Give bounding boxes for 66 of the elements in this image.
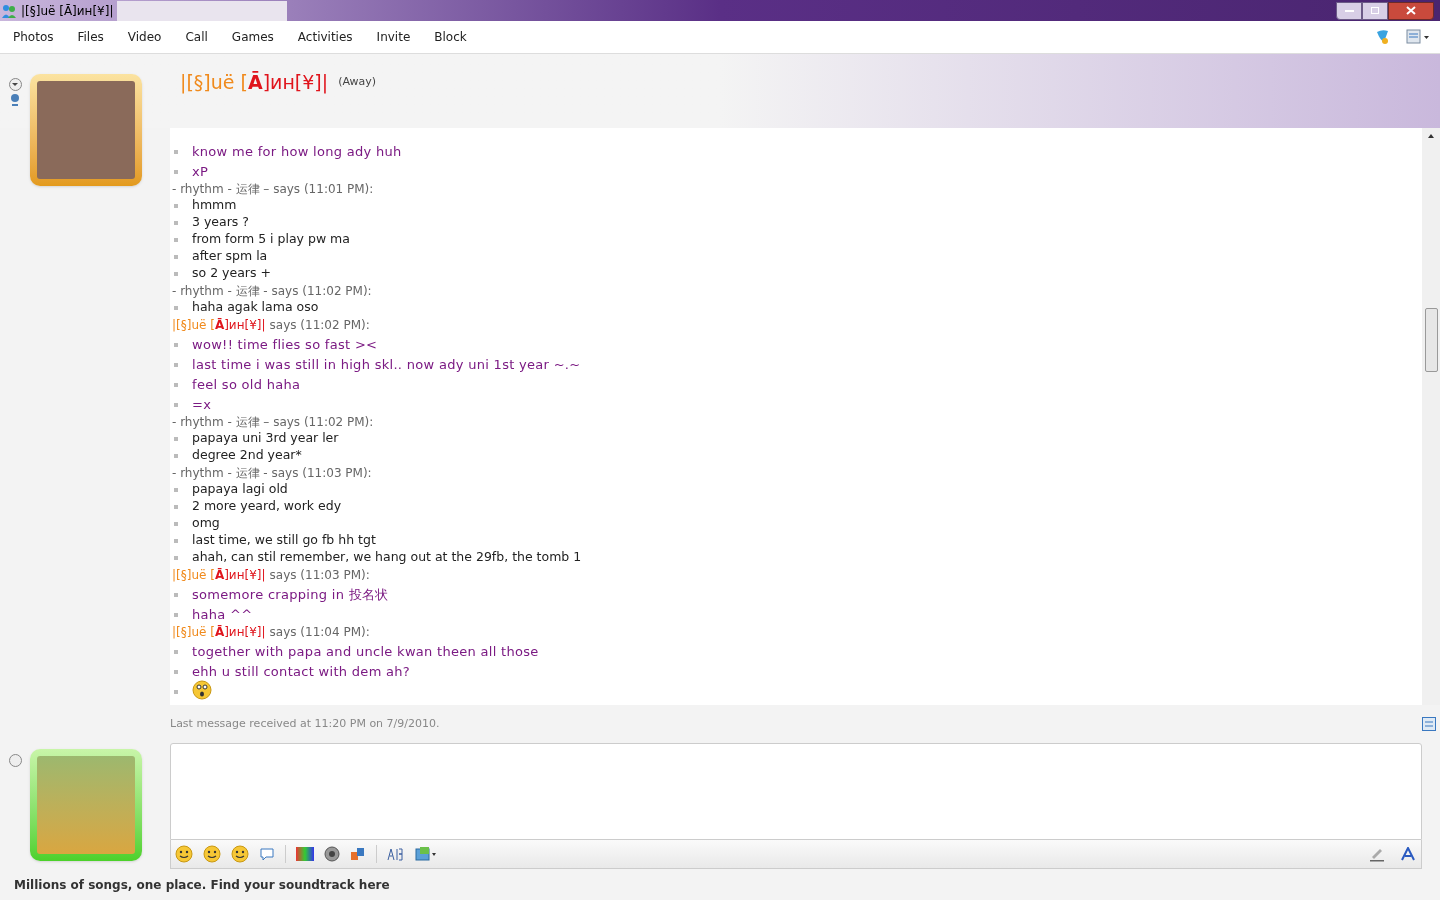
smiley-icon <box>175 845 193 863</box>
message-text: =x <box>192 395 212 414</box>
menu-item[interactable]: Files <box>77 28 104 46</box>
menu-item[interactable]: Activities <box>297 28 353 46</box>
message-text: know me for how long ady huh <box>192 142 402 161</box>
message-text: degree 2nd year* <box>192 446 302 465</box>
message-text: from form 5 i play pw ma <box>192 230 350 249</box>
close-icon <box>1406 6 1416 15</box>
contact-name: |[§]uë [Ā]ин[¥]| <box>172 623 266 641</box>
menu-item[interactable]: Video <box>127 28 162 46</box>
people-icon <box>1 2 17 19</box>
webcam-icon[interactable] <box>9 93 21 107</box>
message-header: - rhythm - 运律 - says (11:03 PM): <box>172 464 372 482</box>
message-header: - rhythm - 运律 – says (11:02 PM): <box>172 413 374 431</box>
message-text: last time i was still in high skl.. now ady uni 1st year ~.~ <box>192 355 581 374</box>
last-message-status: Last message received at 11:20 PM on 7/9/2010. <box>170 715 440 732</box>
close-button[interactable] <box>1388 1 1434 20</box>
ad-text[interactable]: Millions of songs, one place. Find your soundtrack here <box>14 875 390 894</box>
speech-bubble-icon[interactable] <box>259 846 275 862</box>
message-header: - rhythm - 运律 – says (11:01 PM): <box>172 180 374 198</box>
message-text: 3 years ? <box>192 213 249 232</box>
message-header: says (11:04 PM): <box>269 623 370 641</box>
chat-window-icon[interactable] <box>1406 29 1430 45</box>
message-text: haha ^^ <box>192 605 253 624</box>
scroll-thumb[interactable] <box>1424 308 1438 372</box>
expand-icon[interactable] <box>1422 717 1436 731</box>
message-text: wow!! time flies so fast >< <box>192 335 378 354</box>
message-text: 2 more yeard, work edy <box>192 497 342 516</box>
message-text: papaya uni 3rd year ler <box>192 429 339 448</box>
menu-item[interactable]: Invite <box>376 28 411 46</box>
message-text: feel so old haha <box>192 375 301 394</box>
pen-icon[interactable] <box>1369 846 1385 862</box>
message-text: papaya lagi old <box>192 480 288 499</box>
message-text: omg <box>192 514 220 533</box>
picture-icon[interactable] <box>415 846 437 862</box>
message-text: hmmm <box>192 196 237 215</box>
message-header: says (11:03 PM): <box>269 566 370 584</box>
message-text: haha agak lama oso <box>192 298 319 317</box>
contact-name: |[§]uë [Ā]ин[¥]| <box>172 566 266 584</box>
message-text: last time, we still go fb hh tgt <box>192 531 376 550</box>
color-grid-icon[interactable] <box>296 847 314 861</box>
message-text: so 2 years + <box>192 264 271 283</box>
message-text: xP <box>192 162 209 181</box>
font-icon[interactable] <box>1401 847 1415 861</box>
message-header: - rhythm - 运律 - says (11:02 PM): <box>172 282 372 300</box>
message-text: together with papa and uncle kwan theen all those <box>192 642 539 661</box>
contact-status: (Away) <box>338 74 377 90</box>
menu-item[interactable]: Photos <box>13 28 54 46</box>
message-text: after spm la <box>192 247 268 266</box>
speaker-icon[interactable] <box>324 846 340 862</box>
menu-item[interactable]: Games <box>231 28 274 46</box>
window-title: |[§]uë [Ā]ин[¥]| <box>21 2 114 20</box>
maximize-button[interactable] <box>1362 1 1388 20</box>
contact-name: |[§]uë [Ā]ин[¥]| <box>180 70 329 96</box>
message-text: somemore crapping in 投名状 <box>192 585 389 604</box>
message-text: ahah, can stil remember, we hang out at the 29fb, the tomb 1 <box>192 548 582 567</box>
contact-name: |[§]uë [Ā]ин[¥]| <box>172 316 266 334</box>
minimize-button[interactable] <box>1336 1 1362 20</box>
surprised-face-icon <box>192 679 212 700</box>
menu-item[interactable]: Call <box>185 28 208 46</box>
message-header: says (11:02 PM): <box>269 316 370 334</box>
cubes-icon[interactable] <box>350 846 366 862</box>
menu-item[interactable]: Block <box>434 28 467 46</box>
message-input[interactable] <box>170 743 1422 840</box>
font-size-icon[interactable] <box>387 847 405 861</box>
message-text: ehh u still contact with dem ah? <box>192 662 411 681</box>
